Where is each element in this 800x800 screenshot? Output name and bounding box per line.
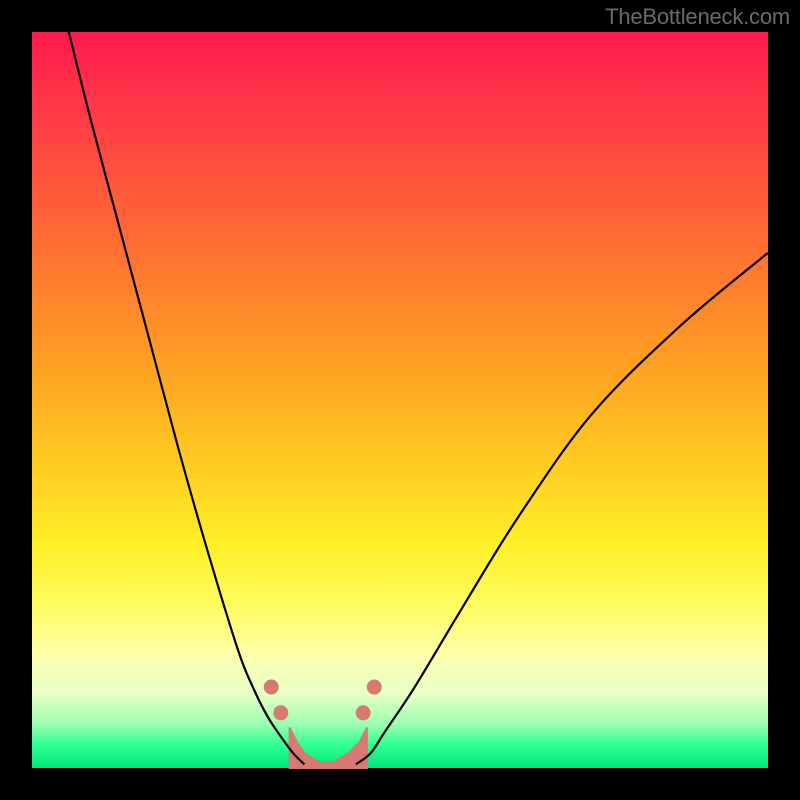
marker-dot-3 bbox=[367, 680, 381, 694]
curve-layer bbox=[32, 32, 768, 768]
marker-dot-0 bbox=[264, 680, 278, 694]
marker-dot-1 bbox=[274, 706, 288, 720]
right-curve bbox=[356, 253, 768, 765]
marker-dot-2 bbox=[356, 706, 370, 720]
watermark-text: TheBottleneck.com bbox=[605, 4, 790, 30]
plot-area bbox=[32, 32, 768, 768]
left-curve bbox=[69, 32, 305, 764]
marker-group bbox=[264, 680, 381, 720]
chart-stage: TheBottleneck.com bbox=[0, 0, 800, 800]
